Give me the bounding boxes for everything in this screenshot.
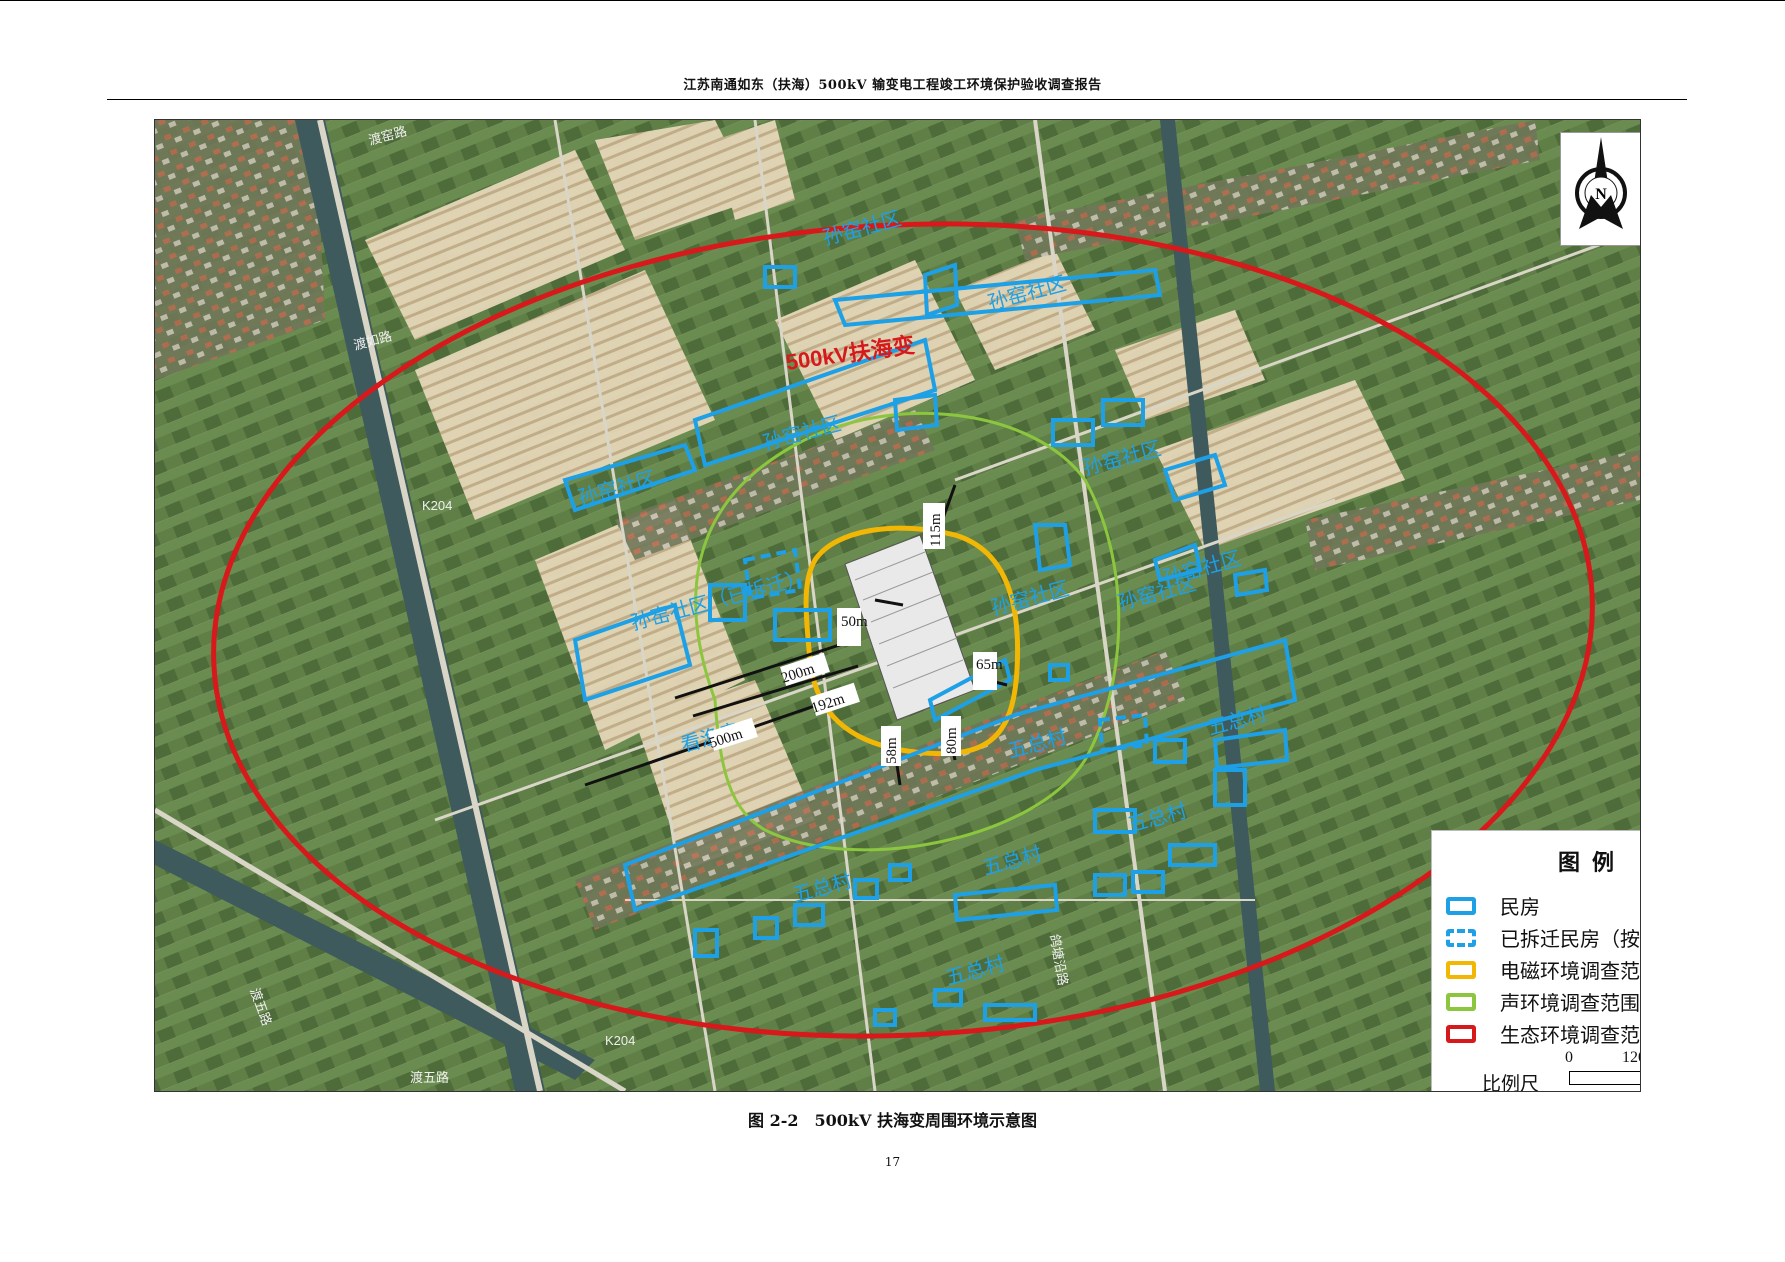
legend-swatch [1446,993,1476,1011]
map-canvas: 500kV扶海变 孙窑社区 孙窑社区 孙窑社区 孙窑社区 孙窑社区 孙窑社区 孙… [155,120,1640,1091]
satellite-map: 500kV扶海变 孙窑社区 孙窑社区 孙窑社区 孙窑社区 孙窑社区 孙窑社区 孙… [154,119,1641,1092]
distance-label: 115m [928,513,944,547]
legend-item-eco-range: 生态环境调查范围 [1446,1021,1640,1051]
page-number: 17 [884,1155,901,1169]
distance-label: 80m [944,727,960,754]
legend-title: 图例 [1557,850,1626,876]
legend-item-demolished: 已拆迁民房（按规划拆迁） [1446,925,1640,955]
scale-tick: 120m [1622,1049,1640,1066]
scale-tick: 0 [1565,1049,1573,1066]
figure-caption: 图 2-2 500kV 扶海变周围环境示意图 [748,1111,1037,1130]
legend-item-noise-range: 声环境调查范围 [1446,989,1640,1019]
legend-label: 已拆迁民房（按规划拆迁） [1500,927,1640,951]
scale-label: 比例尺 [1482,1073,1540,1092]
legend: 图例 民房 已拆迁民房（按规划拆迁） 电磁环境调查范围 声环境调查范围 生态环境… [1431,830,1640,1092]
legend-swatch [1446,897,1476,915]
road-label: K204 [605,1033,635,1048]
legend-label: 生态环境调查范围 [1500,1023,1640,1047]
legend-item-residence: 民房 [1446,893,1640,923]
distance-label: 65m [976,657,1003,673]
scale-bar [1569,1071,1640,1085]
legend-swatch [1446,929,1476,947]
legend-label: 声环境调查范围 [1500,991,1640,1015]
legend-swatch [1446,1025,1476,1043]
road-label: K204 [422,498,452,513]
north-arrow: N [1560,132,1640,246]
legend-label: 电磁环境调查范围 [1500,959,1640,983]
report-header: 江苏南通如东（扶海）500kV 输变电工程竣工环境保护验收调查报告 [683,78,1102,93]
distance-label: 50m [841,614,868,630]
header-rule [107,99,1687,100]
legend-item-em-range: 电磁环境调查范围 [1446,957,1640,987]
north-label: N [1595,186,1607,203]
top-rule [0,0,1785,1]
legend-swatch [1446,961,1476,979]
road-label: 渡五路 [410,1070,449,1085]
distance-label: 58m [884,737,900,764]
legend-label: 民房 [1500,895,1540,919]
